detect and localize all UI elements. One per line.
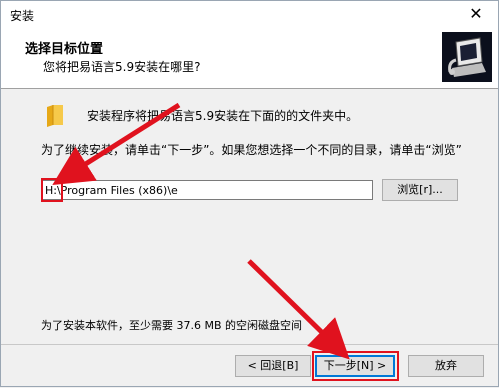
wizard-header: 选择目标位置 您将把易语言5.9安装在哪里? (1, 28, 498, 89)
cancel-button[interactable]: 放弃 (408, 355, 484, 377)
title-bar: 安装 ✕ (1, 1, 498, 28)
drive-letter-highlight (41, 178, 63, 202)
instruction-text: 为了继续安装，请单击“下一步”。如果您想选择一个不同的目录，请单击“浏览” (41, 143, 462, 157)
page-title: 选择目标位置 (25, 42, 104, 57)
wizard-body: 安装程序将把易语言5.9安装在下面的的文件夹中。 为了继续安装，请单击“下一步”… (1, 89, 498, 344)
page-subtitle: 您将把易语言5.9安装在哪里? (43, 60, 201, 74)
installer-logo-icon (442, 32, 492, 82)
window-title: 安装 (10, 9, 35, 23)
installer-window: 安装 ✕ 选择目标位置 您将把易语言5.9安装在哪里? 安装程序将把易语言5.9… (0, 0, 499, 387)
back-button[interactable]: < 回退[B] (235, 355, 311, 377)
footer-divider (1, 344, 498, 345)
intro-text: 安装程序将把易语言5.9安装在下面的的文件夹中。 (87, 109, 359, 123)
close-icon[interactable]: ✕ (454, 1, 498, 28)
browse-button[interactable]: 浏览[r]... (382, 179, 458, 201)
next-button-highlight (312, 351, 399, 381)
install-path-input[interactable] (41, 180, 373, 200)
disk-space-text: 为了安装本软件，至少需要 37.6 MB 的空闲磁盘空间 (41, 319, 303, 332)
folder-icon (45, 103, 65, 132)
